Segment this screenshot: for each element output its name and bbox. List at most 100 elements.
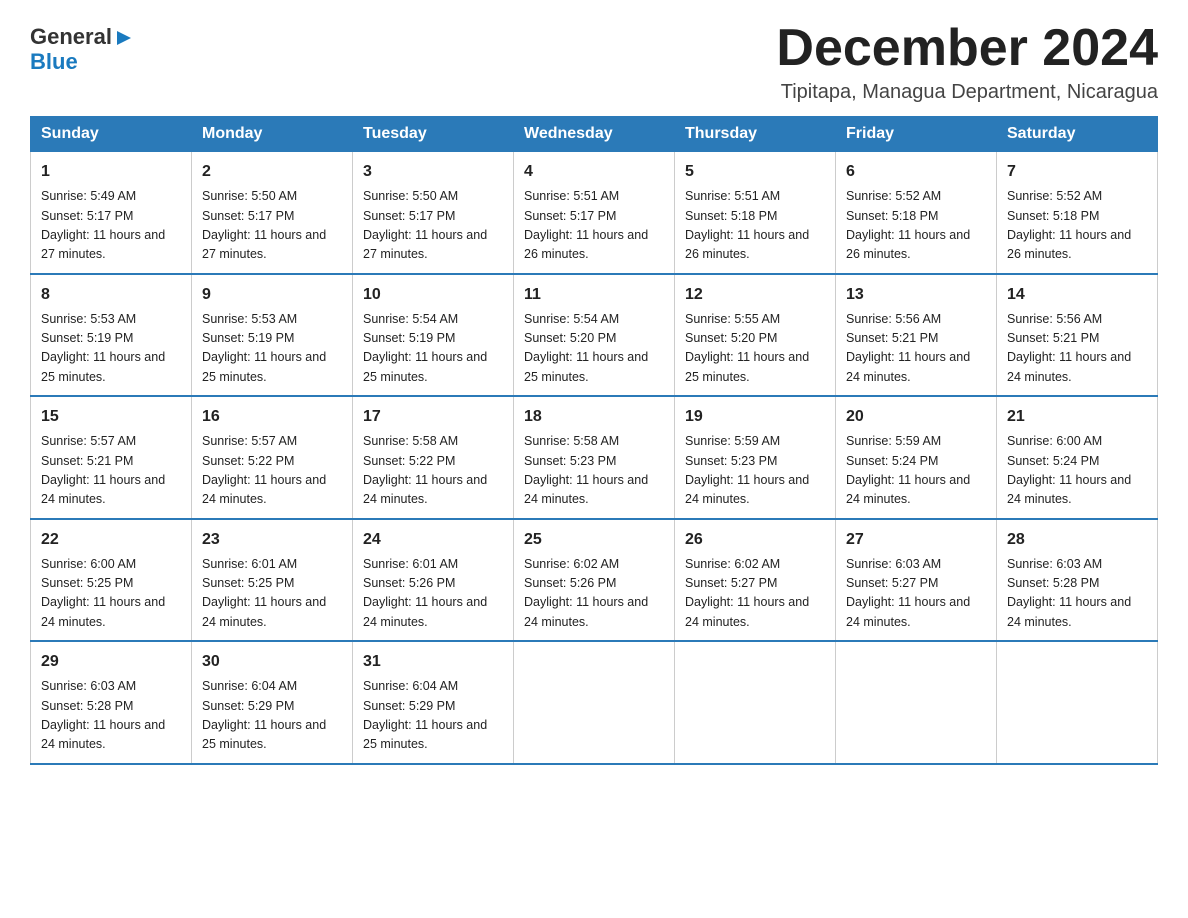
day-info: Sunrise: 5:50 AMSunset: 5:17 PMDaylight:… [202, 187, 342, 265]
calendar-table: SundayMondayTuesdayWednesdayThursdayFrid… [30, 116, 1158, 765]
calendar-cell [514, 641, 675, 764]
calendar-cell: 19 Sunrise: 5:59 AMSunset: 5:23 PMDayligh… [675, 396, 836, 519]
logo-general: General [30, 25, 112, 49]
page-header: General Blue December 2024 Tipitapa, Man… [30, 20, 1158, 104]
calendar-cell: 1Sunrise: 5:49 AMSunset: 5:17 PMDaylight… [31, 152, 192, 274]
location-subtitle: Tipitapa, Managua Department, Nicaragua [776, 81, 1158, 104]
calendar-cell: 26 Sunrise: 6:02 AMSunset: 5:27 PMDayligh… [675, 519, 836, 642]
day-info: Sunrise: 5:52 AMSunset: 5:18 PMDaylight:… [846, 187, 986, 265]
day-info: Sunrise: 6:04 AMSunset: 5:29 PMDaylight:… [202, 677, 342, 755]
weekday-header-wednesday: Wednesday [514, 117, 675, 152]
calendar-cell: 8Sunrise: 5:53 AMSunset: 5:19 PMDaylight… [31, 274, 192, 397]
day-info: Sunrise: 5:51 AMSunset: 5:17 PMDaylight:… [524, 187, 664, 265]
calendar-week-row: 29 Sunrise: 6:03 AMSunset: 5:28 PMDayligh… [31, 641, 1158, 764]
day-number: 28 [1007, 528, 1147, 552]
day-number: 9 [202, 283, 342, 307]
day-number: 20 [846, 405, 986, 429]
weekday-header-monday: Monday [192, 117, 353, 152]
day-number: 31 [363, 650, 503, 674]
calendar-cell [836, 641, 997, 764]
calendar-cell: 12 Sunrise: 5:55 AMSunset: 5:20 PMDayligh… [675, 274, 836, 397]
day-number: 30 [202, 650, 342, 674]
day-info: Sunrise: 6:04 AMSunset: 5:29 PMDaylight:… [363, 677, 503, 755]
day-number: 23 [202, 528, 342, 552]
calendar-cell: 18 Sunrise: 5:58 AMSunset: 5:23 PMDayligh… [514, 396, 675, 519]
day-number: 22 [41, 528, 181, 552]
calendar-week-row: 22Sunrise: 6:00 AMSunset: 5:25 PMDayligh… [31, 519, 1158, 642]
day-info: Sunrise: 5:58 AMSunset: 5:23 PMDaylight:… [524, 432, 664, 510]
calendar-week-row: 15Sunrise: 5:57 AMSunset: 5:21 PMDayligh… [31, 396, 1158, 519]
day-info: Sunrise: 6:02 AMSunset: 5:27 PMDaylight:… [685, 555, 825, 633]
day-info: Sunrise: 5:59 AMSunset: 5:23 PMDaylight:… [685, 432, 825, 510]
title-section: December 2024 Tipitapa, Managua Departme… [776, 20, 1158, 104]
day-number: 12 [685, 283, 825, 307]
calendar-cell: 2 Sunrise: 5:50 AMSunset: 5:17 PMDaylight… [192, 152, 353, 274]
calendar-cell: 30 Sunrise: 6:04 AMSunset: 5:29 PMDayligh… [192, 641, 353, 764]
day-number: 17 [363, 405, 503, 429]
calendar-cell: 21 Sunrise: 6:00 AMSunset: 5:24 PMDayligh… [997, 396, 1158, 519]
calendar-cell: 6 Sunrise: 5:52 AMSunset: 5:18 PMDaylight… [836, 152, 997, 274]
calendar-cell: 11Sunrise: 5:54 AMSunset: 5:20 PMDayligh… [514, 274, 675, 397]
calendar-cell: 14 Sunrise: 5:56 AMSunset: 5:21 PMDayligh… [997, 274, 1158, 397]
day-number: 5 [685, 160, 825, 184]
calendar-cell [675, 641, 836, 764]
day-info: Sunrise: 6:00 AMSunset: 5:24 PMDaylight:… [1007, 432, 1147, 510]
day-number: 7 [1007, 160, 1147, 184]
day-info: Sunrise: 6:03 AMSunset: 5:28 PMDaylight:… [1007, 555, 1147, 633]
day-number: 1 [41, 160, 181, 184]
day-number: 11 [524, 283, 664, 307]
day-number: 6 [846, 160, 986, 184]
calendar-cell: 25Sunrise: 6:02 AMSunset: 5:26 PMDayligh… [514, 519, 675, 642]
day-info: Sunrise: 5:56 AMSunset: 5:21 PMDaylight:… [846, 310, 986, 388]
day-info: Sunrise: 5:51 AMSunset: 5:18 PMDaylight:… [685, 187, 825, 265]
weekday-header-saturday: Saturday [997, 117, 1158, 152]
calendar-cell: 13 Sunrise: 5:56 AMSunset: 5:21 PMDayligh… [836, 274, 997, 397]
day-info: Sunrise: 5:56 AMSunset: 5:21 PMDaylight:… [1007, 310, 1147, 388]
calendar-cell: 4 Sunrise: 5:51 AMSunset: 5:17 PMDaylight… [514, 152, 675, 274]
day-number: 29 [41, 650, 181, 674]
calendar-cell: 20 Sunrise: 5:59 AMSunset: 5:24 PMDayligh… [836, 396, 997, 519]
day-number: 8 [41, 283, 181, 307]
day-number: 13 [846, 283, 986, 307]
day-info: Sunrise: 6:03 AMSunset: 5:28 PMDaylight:… [41, 677, 181, 755]
logo: General Blue [30, 20, 135, 75]
calendar-cell: 31 Sunrise: 6:04 AMSunset: 5:29 PMDayligh… [353, 641, 514, 764]
calendar-cell: 24Sunrise: 6:01 AMSunset: 5:26 PMDayligh… [353, 519, 514, 642]
day-number: 25 [524, 528, 664, 552]
calendar-week-row: 8Sunrise: 5:53 AMSunset: 5:19 PMDaylight… [31, 274, 1158, 397]
calendar-cell: 3 Sunrise: 5:50 AMSunset: 5:17 PMDaylight… [353, 152, 514, 274]
weekday-header-tuesday: Tuesday [353, 117, 514, 152]
day-number: 21 [1007, 405, 1147, 429]
day-number: 14 [1007, 283, 1147, 307]
day-number: 19 [685, 405, 825, 429]
day-info: Sunrise: 5:58 AMSunset: 5:22 PMDaylight:… [363, 432, 503, 510]
calendar-cell: 9Sunrise: 5:53 AMSunset: 5:19 PMDaylight… [192, 274, 353, 397]
calendar-cell: 27 Sunrise: 6:03 AMSunset: 5:27 PMDayligh… [836, 519, 997, 642]
day-number: 4 [524, 160, 664, 184]
day-info: Sunrise: 6:03 AMSunset: 5:27 PMDaylight:… [846, 555, 986, 633]
calendar-body: 1Sunrise: 5:49 AMSunset: 5:17 PMDaylight… [31, 152, 1158, 764]
calendar-header: SundayMondayTuesdayWednesdayThursdayFrid… [31, 117, 1158, 152]
day-info: Sunrise: 5:50 AMSunset: 5:17 PMDaylight:… [363, 187, 503, 265]
calendar-cell: 23Sunrise: 6:01 AMSunset: 5:25 PMDayligh… [192, 519, 353, 642]
day-number: 2 [202, 160, 342, 184]
day-number: 3 [363, 160, 503, 184]
calendar-cell: 16Sunrise: 5:57 AMSunset: 5:22 PMDayligh… [192, 396, 353, 519]
day-number: 27 [846, 528, 986, 552]
calendar-cell [997, 641, 1158, 764]
day-info: Sunrise: 5:54 AMSunset: 5:19 PMDaylight:… [363, 310, 503, 388]
day-number: 10 [363, 283, 503, 307]
day-info: Sunrise: 5:59 AMSunset: 5:24 PMDaylight:… [846, 432, 986, 510]
calendar-week-row: 1Sunrise: 5:49 AMSunset: 5:17 PMDaylight… [31, 152, 1158, 274]
day-number: 18 [524, 405, 664, 429]
day-info: Sunrise: 5:55 AMSunset: 5:20 PMDaylight:… [685, 310, 825, 388]
logo-arrow-icon [113, 27, 135, 49]
day-info: Sunrise: 5:52 AMSunset: 5:18 PMDaylight:… [1007, 187, 1147, 265]
weekday-header-friday: Friday [836, 117, 997, 152]
month-title: December 2024 [776, 20, 1158, 77]
day-info: Sunrise: 5:57 AMSunset: 5:21 PMDaylight:… [41, 432, 181, 510]
calendar-cell: 5 Sunrise: 5:51 AMSunset: 5:18 PMDaylight… [675, 152, 836, 274]
day-number: 26 [685, 528, 825, 552]
day-info: Sunrise: 5:57 AMSunset: 5:22 PMDaylight:… [202, 432, 342, 510]
weekday-header-thursday: Thursday [675, 117, 836, 152]
